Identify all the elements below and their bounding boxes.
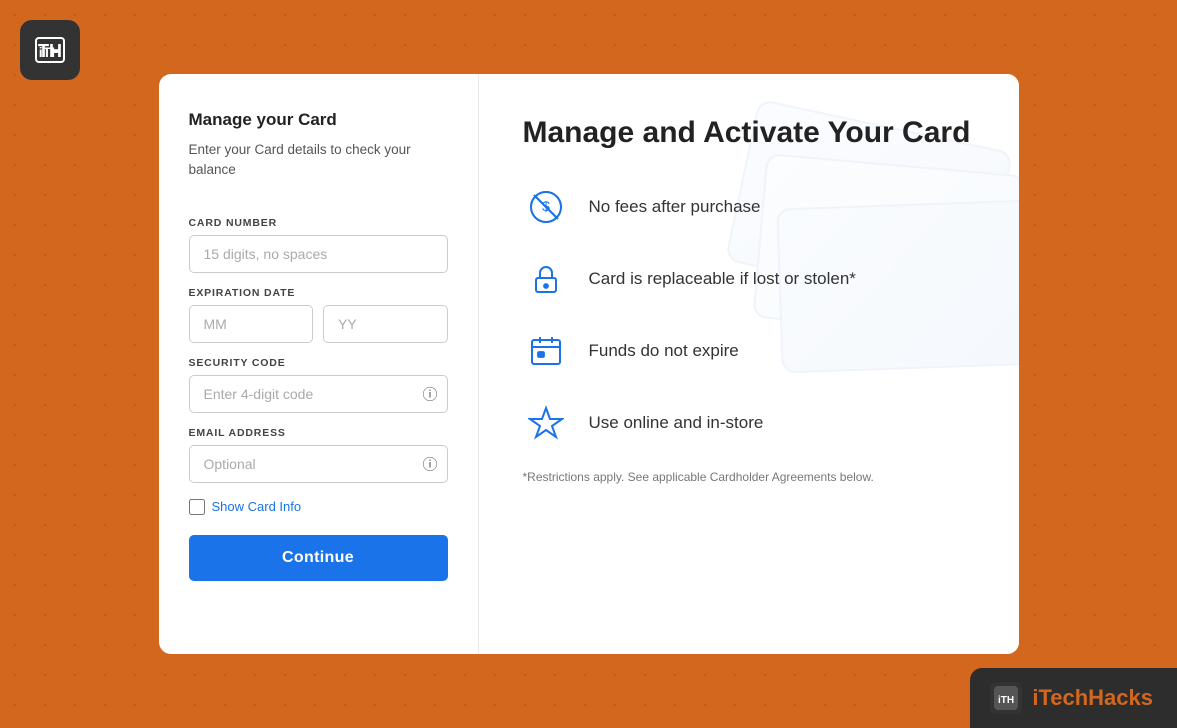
- security-code-wrapper: ⓘ: [189, 375, 448, 413]
- feature-list: $ No fees after purchase Card is repl: [523, 184, 975, 446]
- right-footnote: *Restrictions apply. See applicable Card…: [523, 470, 975, 484]
- right-panel: Manage and Activate Your Card $ No fees …: [479, 74, 1019, 654]
- security-code-label: SECURITY CODE: [189, 357, 448, 369]
- right-panel-title: Manage and Activate Your Card: [523, 114, 975, 152]
- calendar-icon: [523, 328, 569, 374]
- email-input[interactable]: [189, 445, 448, 483]
- no-fees-text: No fees after purchase: [589, 197, 761, 217]
- left-panel: Manage your Card Enter your Card details…: [159, 74, 479, 654]
- expiry-row: [189, 305, 448, 343]
- show-card-row: Show Card Info: [189, 499, 448, 515]
- left-panel-subtitle: Enter your Card details to check your ba…: [189, 140, 448, 181]
- brand-text: iTechHacks: [1032, 685, 1153, 711]
- online-store-text: Use online and in-store: [589, 413, 764, 433]
- feature-item-online-store: Use online and in-store: [523, 400, 975, 446]
- no-expire-text: Funds do not expire: [589, 341, 739, 361]
- security-code-input[interactable]: [189, 375, 448, 413]
- star-icon: [523, 400, 569, 446]
- email-label: EMAIL ADDRESS: [189, 427, 448, 439]
- lock-icon: [523, 256, 569, 302]
- top-left-logo: TH iTH: [20, 20, 80, 80]
- svg-text:iTH: iTH: [998, 695, 1014, 706]
- expiration-label: EXPIRATION DATE: [189, 287, 448, 299]
- replaceable-text: Card is replaceable if lost or stolen*: [589, 269, 856, 289]
- card-number-input[interactable]: [189, 235, 448, 273]
- svg-text:iTH: iTH: [39, 44, 62, 60]
- security-code-help-icon[interactable]: ⓘ: [422, 383, 437, 404]
- expiry-yy-input[interactable]: [323, 305, 448, 343]
- feature-item-no-expire: Funds do not expire: [523, 328, 975, 374]
- no-fees-icon: $: [523, 184, 569, 230]
- show-card-checkbox[interactable]: [189, 499, 205, 515]
- feature-item-replaceable: Card is replaceable if lost or stolen*: [523, 256, 975, 302]
- brand-logo-icon: iTH: [990, 682, 1022, 714]
- card-number-label: CARD NUMBER: [189, 217, 448, 229]
- feature-item-no-fees: $ No fees after purchase: [523, 184, 975, 230]
- bottom-brand: iTH iTechHacks: [970, 668, 1177, 728]
- continue-button[interactable]: Continue: [189, 535, 448, 581]
- email-help-icon[interactable]: ⓘ: [422, 453, 437, 474]
- main-card: Manage your Card Enter your Card details…: [159, 74, 1019, 654]
- show-card-label[interactable]: Show Card Info: [212, 499, 302, 514]
- expiry-mm-input[interactable]: [189, 305, 314, 343]
- left-panel-title: Manage your Card: [189, 110, 448, 130]
- email-wrapper: ⓘ: [189, 445, 448, 483]
